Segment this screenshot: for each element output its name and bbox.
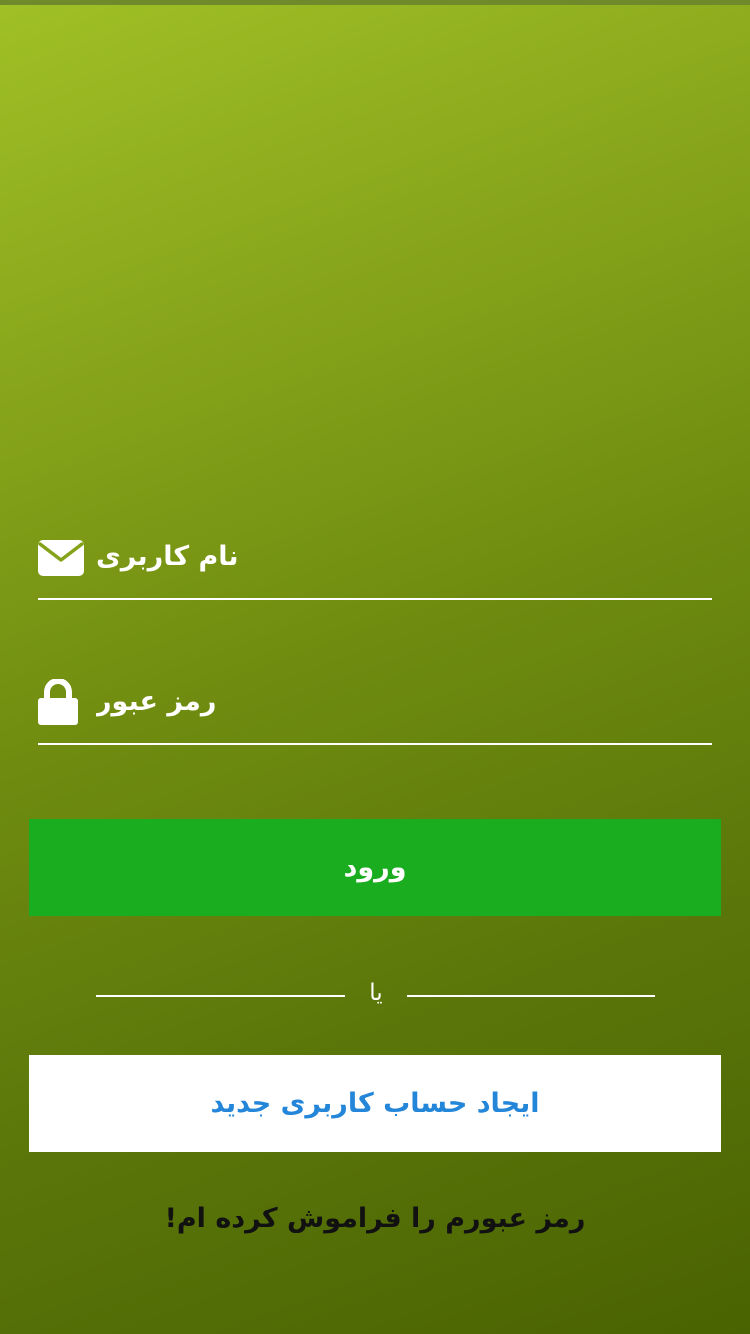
login-button[interactable]: ورود	[29, 819, 721, 916]
lock-icon	[38, 679, 78, 725]
password-input[interactable]	[96, 673, 696, 729]
divider-line-left	[96, 995, 345, 997]
username-underline	[38, 598, 712, 600]
divider-line-right	[407, 995, 655, 997]
username-field[interactable]	[38, 520, 712, 600]
username-input[interactable]	[96, 528, 696, 584]
forgot-password-link[interactable]: رمز عبورم را فراموش کرده ام!	[0, 1203, 750, 1234]
password-field[interactable]	[38, 665, 712, 745]
top-edge-bar	[0, 0, 750, 5]
login-screen: ورود یا ایجاد حساب کاربری جدید رمز عبورم…	[0, 0, 750, 1334]
envelope-icon	[38, 540, 84, 576]
create-account-button[interactable]: ایجاد حساب کاربری جدید	[29, 1055, 721, 1152]
divider-or-text: یا	[369, 980, 383, 1006]
password-underline	[38, 743, 712, 745]
